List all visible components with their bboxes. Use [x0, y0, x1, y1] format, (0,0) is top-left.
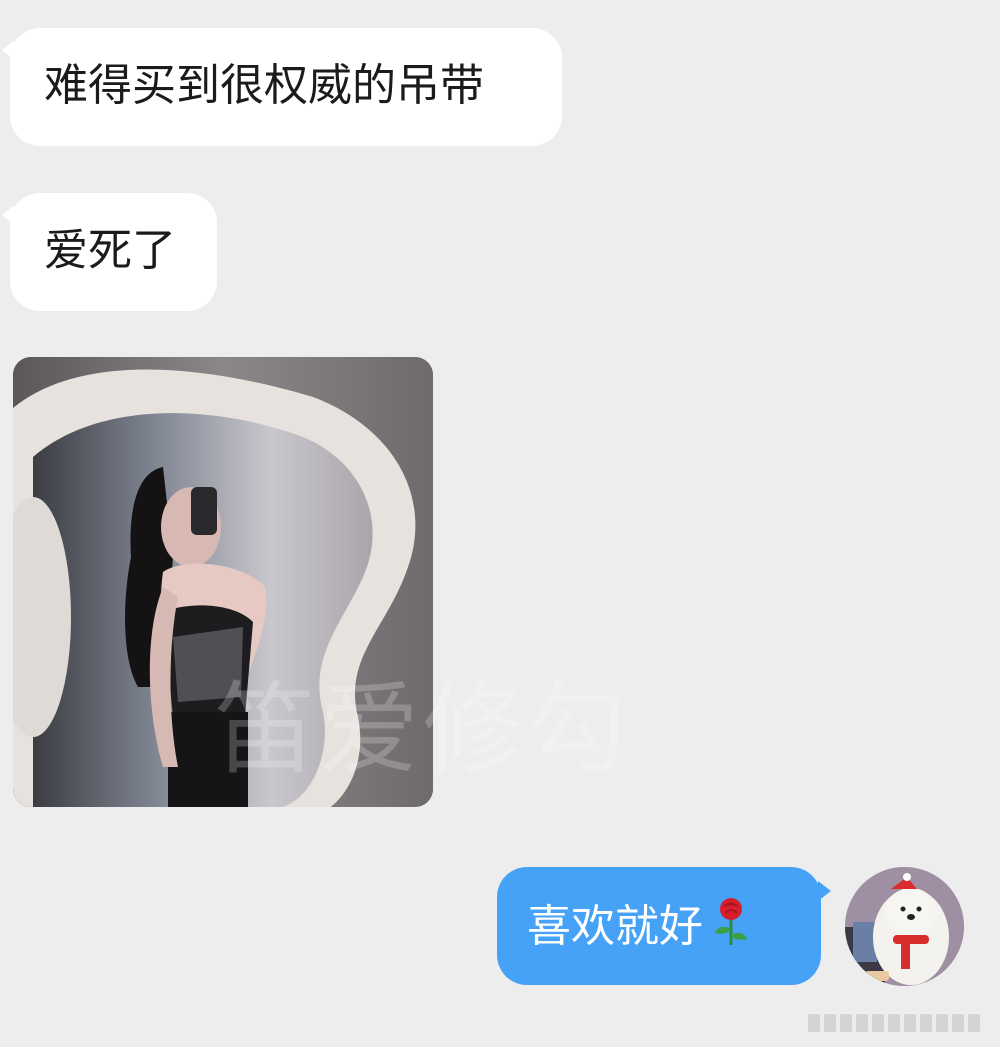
watermark-bar	[968, 1014, 980, 1032]
watermark-bar	[952, 1014, 964, 1032]
cartoon-polar-bear-avatar-icon	[845, 867, 964, 986]
watermark-bar	[856, 1014, 868, 1032]
watermark-bar	[840, 1014, 852, 1032]
photo-thumbnail-icon	[13, 357, 433, 807]
watermark-bar	[824, 1014, 836, 1032]
rose-icon	[713, 897, 749, 961]
watermark-bar	[888, 1014, 900, 1032]
incoming-message-bubble[interactable]: 爱死了	[2, 193, 217, 311]
image-message[interactable]	[13, 357, 433, 807]
watermark-badge	[808, 1012, 988, 1034]
avatar[interactable]	[845, 867, 964, 986]
watermark-bar	[904, 1014, 916, 1032]
watermark-bar	[872, 1014, 884, 1032]
outgoing-message-bubble[interactable]: 喜欢就好	[497, 867, 831, 985]
message-text: 爱死了	[44, 225, 176, 276]
message-text: 喜欢就好	[527, 901, 703, 952]
message-text: 难得买到很权威的吊带	[44, 60, 484, 111]
watermark-bar	[936, 1014, 948, 1032]
watermark-bar	[808, 1014, 820, 1032]
incoming-message-bubble[interactable]: 难得买到很权威的吊带	[2, 28, 562, 146]
watermark-bar	[920, 1014, 932, 1032]
